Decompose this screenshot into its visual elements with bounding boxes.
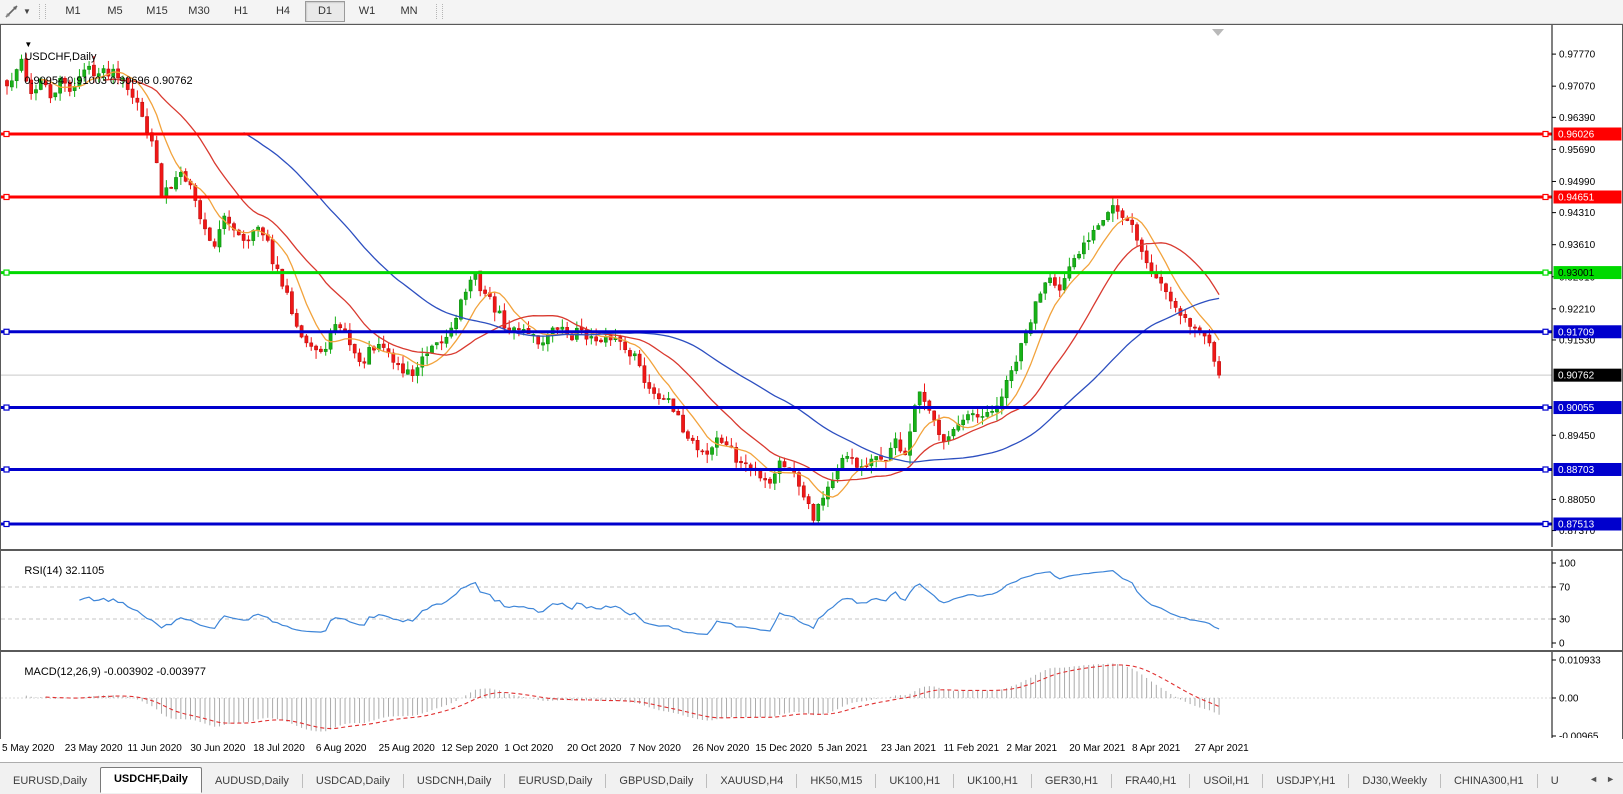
svg-text:0.94310: 0.94310 [1559,208,1596,219]
rsi-label: RSI(14) 32.1105 [24,565,105,577]
svg-text:0.96026: 0.96026 [1558,130,1595,141]
toolbar-separator [39,4,46,19]
caret-down-icon[interactable]: ▼ [21,7,33,16]
date-label: 23 Jan 2021 [880,743,936,754]
macd-label: MACD(12,26,9) -0.003902 -0.003977 [24,666,206,678]
svg-text:0.97070: 0.97070 [1559,82,1596,93]
svg-text:0.97770: 0.97770 [1559,50,1596,61]
svg-text:0.92210: 0.92210 [1559,304,1596,315]
collapse-triangle-icon[interactable]: ▼ [24,40,32,49]
date-label: 7 Nov 2020 [629,743,681,754]
main-chart-panel: ▼ USDCHF,Daily 0.90954 0.91003 0.90696 0… [0,24,1623,550]
date-label: 23 May 2020 [64,743,123,754]
date-label: 5 May 2020 [2,743,55,754]
svg-text:0.96390: 0.96390 [1559,113,1596,124]
timeframe-button-w1[interactable]: W1 [347,1,387,22]
date-label: 25 Aug 2020 [378,743,435,754]
tab-scroll-left-icon[interactable]: ◄ [1585,772,1602,786]
chart-tab-xauusd-h4[interactable]: XAUUSD,H4 [707,771,796,792]
date-label: 20 Mar 2021 [1069,743,1126,754]
rsi-value: 32.1105 [65,565,105,577]
chart-tab-dj30-weekly[interactable]: DJ30,Weekly [1349,771,1440,792]
svg-text:0.95690: 0.95690 [1559,145,1596,156]
svg-text:0.88703: 0.88703 [1558,465,1595,476]
rsi-canvas[interactable]: 100 70 30 0 [1,551,1622,648]
chart-tab-uk100-h1[interactable]: UK100,H1 [954,771,1031,792]
chart-tab-usdchf-daily[interactable]: USDCHF,Daily [99,767,202,793]
svg-text:0.94990: 0.94990 [1559,177,1596,188]
svg-text:70: 70 [1559,583,1571,594]
chart-tab-usdcnh-daily[interactable]: USDCNH,Daily [404,771,505,792]
chart-tab-audusd-daily[interactable]: AUDUSD,Daily [202,771,302,792]
chart-tab-ger30-h1[interactable]: GER30,H1 [1032,771,1111,792]
svg-text:0.94651: 0.94651 [1558,192,1595,203]
svg-text:0: 0 [1559,639,1565,649]
chart-ohlc-values: 0.90954 0.91003 0.90696 0.90762 [24,75,193,87]
main-chart-canvas[interactable]: 0.97770 0.97070 0.96390 0.95690 0.94990 0.943… [1,25,1622,547]
toolbar-separator [436,4,443,19]
svg-text:0.87513: 0.87513 [1558,520,1595,531]
svg-text:0.89450: 0.89450 [1559,431,1596,442]
tab-scroll-right-icon[interactable]: ► [1602,772,1619,786]
date-label: 15 Dec 2020 [755,743,813,754]
macd-canvas[interactable]: 0.010933 0.00 -0.00965 [1,652,1622,738]
date-label: 30 Jun 2020 [190,743,246,754]
chart-tab-hk50-m15[interactable]: HK50,M15 [797,771,875,792]
date-label: 26 Nov 2020 [692,743,750,754]
chart-tab-u[interactable]: U [1538,771,1572,792]
date-label: 6 Aug 2020 [315,743,367,754]
svg-text:0.93001: 0.93001 [1558,268,1595,279]
date-label: 2 Mar 2021 [1006,743,1058,754]
date-label: 20 Oct 2020 [566,743,622,754]
chart-tab-gbpusd-daily[interactable]: GBPUSD,Daily [606,771,706,792]
timeframe-button-h1[interactable]: H1 [221,1,261,22]
chart-symbol-label: USDCHF,Daily [24,51,97,63]
chart-tab-usdjpy-h1[interactable]: USDJPY,H1 [1263,771,1348,792]
svg-text:0.00: 0.00 [1559,694,1579,705]
svg-text:0.90055: 0.90055 [1558,403,1595,414]
svg-text:0.88050: 0.88050 [1559,495,1596,506]
chart-tab-bar: EURUSD,Daily USDCHF,Daily AUDUSD,Daily USDC… [0,762,1623,794]
chart-tab-usoil-h1[interactable]: USOil,H1 [1190,771,1262,792]
chart-tab-fra40-h1[interactable]: FRA40,H1 [1112,771,1189,792]
timeframe-button-mn[interactable]: MN [389,1,429,22]
macd-panel: MACD(12,26,9) -0.003902 -0.003977 0.0109… [0,651,1623,741]
date-label: 27 Apr 2021 [1194,743,1249,754]
chart-title: ▼ USDCHF,Daily 0.90954 0.91003 0.90696 0… [6,27,193,99]
mt4-window: ▼ M1 M5 M15 M30 H1 H4 D1 W1 MN ▼ USDCHF,Daily 0.… [0,0,1623,794]
timeframe-button-m5[interactable]: M5 [95,1,135,22]
svg-text:-0.00965: -0.00965 [1559,732,1599,739]
timeframe-button-m1[interactable]: M1 [53,1,93,22]
timeframe-button-h4[interactable]: H4 [263,1,303,22]
timeframe-button-m30[interactable]: M30 [179,1,219,22]
svg-text:30: 30 [1559,615,1571,626]
date-label: 8 Apr 2021 [1131,743,1181,754]
timeframe-button-d1[interactable]: D1 [305,1,345,22]
svg-text:100: 100 [1559,559,1576,570]
chart-tab-uk100-h1[interactable]: UK100,H1 [876,771,953,792]
chart-tab-usdcad-daily[interactable]: USDCAD,Daily [303,771,403,792]
date-label: 11 Feb 2021 [943,743,1000,754]
time-axis[interactable]: 5 May 2020 23 May 2020 11 Jun 2020 30 Jun 2… [0,739,1623,762]
chart-tab-china300-h1[interactable]: CHINA300,H1 [1441,771,1537,792]
rsi-panel: RSI(14) 32.1105 100 70 30 0 [0,550,1623,651]
timeframe-toolbar: ▼ M1 M5 M15 M30 H1 H4 D1 W1 MN [0,0,1623,24]
date-label: 18 Jul 2020 [253,743,305,754]
svg-text:0.93610: 0.93610 [1559,240,1596,251]
timeframe-button-m15[interactable]: M15 [137,1,177,22]
date-label: 5 Jan 2021 [818,743,868,754]
svg-text:0.91709: 0.91709 [1558,327,1595,338]
tab-scroll-arrows: ◄ ► [1585,763,1623,794]
crosshair-tool-icon[interactable] [1,3,21,20]
date-label: 1 Oct 2020 [504,743,554,754]
svg-text:0.90762: 0.90762 [1558,371,1595,382]
svg-text:0.010933: 0.010933 [1559,656,1601,667]
chart-tab-eurusd-daily[interactable]: EURUSD,Daily [505,771,605,792]
macd-values: -0.003902 -0.003977 [103,666,206,678]
chart-tab-eurusd-daily[interactable]: EURUSD,Daily [0,771,100,792]
date-label: 12 Sep 2020 [441,743,499,754]
date-label: 11 Jun 2020 [127,743,182,754]
